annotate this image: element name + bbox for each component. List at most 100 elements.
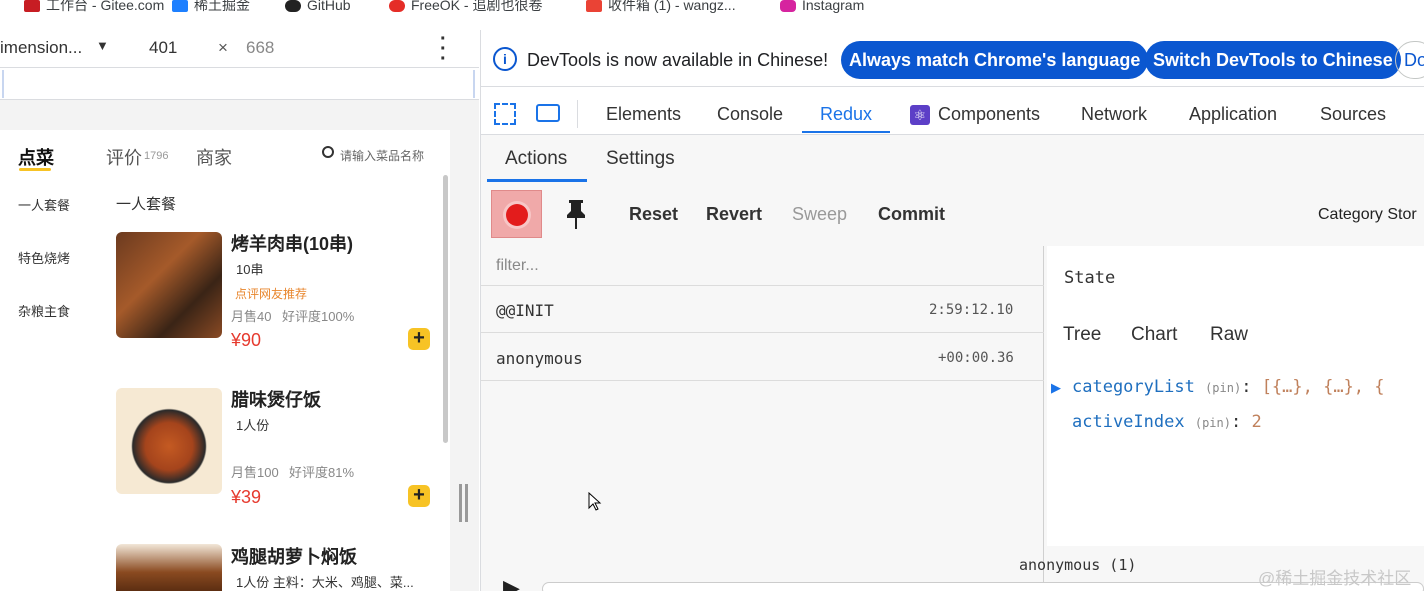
sweep-button[interactable]: Sweep <box>792 204 847 225</box>
instagram-icon <box>780 0 796 12</box>
store-select[interactable]: Category Stor <box>1318 206 1417 224</box>
tab-sources[interactable]: Sources <box>1320 104 1386 125</box>
revert-button[interactable]: Revert <box>706 204 762 225</box>
slider-label: anonymous (1) <box>1019 556 1137 574</box>
dimension-select[interactable]: imension... <box>0 38 82 58</box>
bookmark-label: FreeOK - 追剧也很卷 <box>411 0 543 13</box>
device-toolbar-icon[interactable] <box>536 104 560 122</box>
state-title: State <box>1064 268 1116 288</box>
tab-console[interactable]: Console <box>717 104 783 125</box>
expand-arrow-icon[interactable]: ▶ <box>1051 380 1061 396</box>
pin-label[interactable]: (pin) <box>1205 381 1241 395</box>
food-app: 点菜 评价 1796 商家 请输入菜品名称 一人套餐 特色烧烤 杂粮主食 一人套… <box>0 130 450 591</box>
active-tab-indicator <box>802 131 890 133</box>
action-name: anonymous <box>496 349 583 368</box>
action-row[interactable]: @@INIT 2:59:12.10 <box>481 286 1044 333</box>
action-row[interactable]: anonymous +00:00.36 <box>481 334 1044 381</box>
tab-actions[interactable]: Actions <box>505 148 567 170</box>
inspect-element-icon[interactable] <box>494 103 516 125</box>
width-input[interactable]: 401 <box>149 38 177 58</box>
react-icon: ⚛ <box>910 105 930 125</box>
state-node-activeIndex[interactable]: activeIndex (pin): 2 <box>1072 412 1262 432</box>
colon: : <box>1241 377 1262 397</box>
commit-button[interactable]: Commit <box>878 204 945 225</box>
dish-price: ¥39 <box>231 487 262 507</box>
dish-name: 烤羊肉串(10串) <box>231 234 354 254</box>
chevron-down-icon[interactable]: ▼ <box>96 38 109 53</box>
play-icon[interactable]: ▶ <box>503 575 520 591</box>
resize-handle[interactable] <box>459 484 462 522</box>
scrollbar-thumb[interactable] <box>443 175 448 443</box>
add-to-cart-button[interactable]: + <box>408 485 430 507</box>
add-to-cart-button[interactable]: + <box>408 328 430 350</box>
switch-chinese-button[interactable]: Switch DevTools to Chinese <box>1145 41 1401 79</box>
bookmark-gmail[interactable]: 收件箱 (1) - wangz... <box>586 0 736 16</box>
tab-shop[interactable]: 商家 <box>196 144 232 170</box>
dish-unit: 1人份 <box>236 418 270 433</box>
tab-order[interactable]: 点菜 <box>18 144 54 170</box>
resize-handle[interactable] <box>465 484 468 522</box>
bookmark-github[interactable]: GitHub <box>285 0 351 16</box>
sidebar-item-staple[interactable]: 杂粮主食 <box>18 301 70 320</box>
action-time: +00:00.36 <box>938 350 1014 366</box>
tab-application[interactable]: Application <box>1189 104 1277 125</box>
tab-elements[interactable]: Elements <box>606 104 681 125</box>
sidebar-item-bbq[interactable]: 特色烧烤 <box>18 248 70 267</box>
filter-input[interactable]: filter... <box>496 257 539 275</box>
tab-review[interactable]: 评价 <box>106 144 142 170</box>
view-tree[interactable]: Tree <box>1063 324 1101 346</box>
review-count: 1796 <box>144 150 169 162</box>
action-time: 2:59:12.10 <box>929 302 1014 318</box>
dish-sales: 月售100 <box>231 465 279 480</box>
freeok-icon <box>389 0 405 12</box>
ruler-strip <box>0 68 479 100</box>
bookmark-instagram[interactable]: Instagram <box>780 0 864 16</box>
dish-tag: 点评网友推荐 <box>235 287 308 301</box>
sidebar-item-set[interactable]: 一人套餐 <box>18 195 70 214</box>
search-input[interactable]: 请输入菜品名称 <box>340 147 424 164</box>
match-language-button[interactable]: Always match Chrome's language <box>841 41 1149 79</box>
section-title: 一人套餐 <box>116 196 177 213</box>
dish-image-chicken <box>116 544 222 591</box>
mouse-cursor-icon <box>588 491 602 512</box>
gmail-icon <box>586 0 602 12</box>
dish-name: 腊味煲仔饭 <box>231 390 321 410</box>
state-key: categoryList <box>1072 377 1195 397</box>
height-input[interactable]: 668 <box>246 38 274 58</box>
bookmark-freeok[interactable]: FreeOK - 追剧也很卷 <box>389 0 542 16</box>
divider <box>481 86 1424 87</box>
divider <box>577 100 578 128</box>
more-vert-icon[interactable]: · · · <box>440 29 447 69</box>
media-ruler <box>473 70 475 98</box>
tab-indicator <box>19 168 51 171</box>
dish-image-claypot <box>116 388 222 494</box>
state-value: 2 <box>1251 412 1262 432</box>
pin-icon[interactable] <box>565 198 587 230</box>
watermark: @稀土掘金技术社区 <box>1258 569 1412 588</box>
dish-sales: 月售40 <box>231 309 272 324</box>
search-icon <box>322 146 334 158</box>
times-icon: × <box>218 38 228 57</box>
tab-network[interactable]: Network <box>1081 104 1147 125</box>
reset-button[interactable]: Reset <box>629 204 678 225</box>
tab-redux[interactable]: Redux <box>820 104 872 125</box>
action-name: @@INIT <box>496 301 554 320</box>
media-ruler <box>2 70 4 98</box>
github-icon <box>285 0 301 12</box>
gitee-icon <box>24 0 40 12</box>
view-raw[interactable]: Raw <box>1210 324 1248 346</box>
bookmark-gitee[interactable]: 工作台 - Gitee.com <box>24 0 164 16</box>
state-node-categoryList[interactable]: categoryList (pin): [{…}, {…}, { <box>1072 377 1385 397</box>
bookmark-juejin[interactable]: 稀土掘金 <box>172 0 250 16</box>
view-chart[interactable]: Chart <box>1131 324 1177 346</box>
pin-label[interactable]: (pin) <box>1195 416 1231 430</box>
dish-name: 鸡腿胡萝卜焖饭 <box>231 547 357 567</box>
record-icon <box>506 204 528 226</box>
dish-unit: 10串 <box>236 262 264 277</box>
tab-settings[interactable]: Settings <box>606 148 675 170</box>
dish-image-lamb <box>116 232 222 338</box>
bookmark-label: 收件箱 (1) - wangz... <box>608 0 736 13</box>
state-value: [{…}, {…}, { <box>1261 377 1385 397</box>
tab-components[interactable]: Components <box>938 104 1040 125</box>
bookmark-label: Instagram <box>802 0 865 13</box>
